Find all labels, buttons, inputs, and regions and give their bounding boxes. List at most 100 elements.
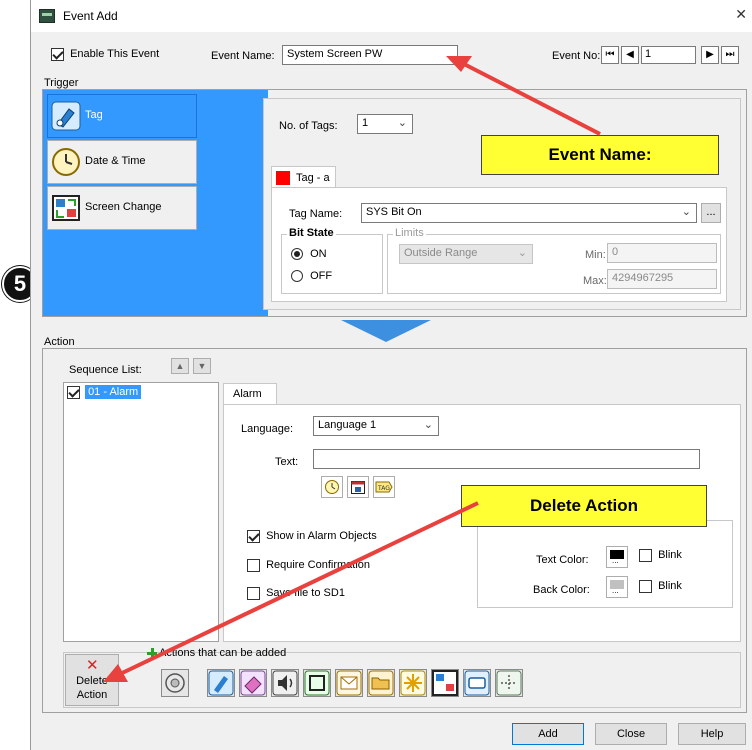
bit-off-radio[interactable]: OFF: [291, 270, 333, 283]
tag-pen-icon: [208, 670, 234, 696]
sequence-item-checkbox[interactable]: [67, 386, 80, 399]
add-button[interactable]: Add: [512, 723, 584, 745]
move-down-button[interactable]: ▼: [193, 358, 211, 374]
delete-action-callout-text: Delete Action: [529, 496, 638, 515]
show-in-alarm-box[interactable]: [247, 530, 260, 543]
alarm-text-field[interactable]: [313, 449, 700, 469]
back-color-label: Back Color:: [533, 584, 590, 596]
clock-icon: [52, 148, 80, 176]
text-blink-label: Blink: [658, 549, 682, 562]
tag-name-select[interactable]: SYS Bit On ⌄: [361, 203, 697, 223]
delete-action-button[interactable]: ✕ Delete Action: [65, 654, 119, 706]
next-event-button[interactable]: ▶: [701, 46, 719, 64]
event-name-field[interactable]: System Screen PW: [282, 45, 458, 65]
event-name-callout-text: Event Name:: [548, 145, 652, 164]
text-label: Text:: [275, 456, 299, 468]
action-section-label: Action: [44, 336, 75, 348]
insert-tag-button[interactable]: TAG: [373, 476, 395, 498]
email-icon: [336, 670, 362, 696]
language-select[interactable]: Language 1 ⌄: [313, 416, 439, 436]
delete-action-label-1: Delete: [76, 675, 108, 687]
flash-icon: [400, 670, 426, 696]
back-blink-checkbox[interactable]: Blink: [639, 580, 682, 593]
bit-off-label: OFF: [310, 270, 333, 282]
alarm-tab[interactable]: Alarm: [223, 383, 277, 405]
event-add-window: Event Add ✕ Enable This Event Event Name…: [30, 0, 752, 750]
action-flash-button[interactable]: [399, 669, 427, 697]
insert-date-button[interactable]: [347, 476, 369, 498]
trigger-screen-change-button[interactable]: Screen Change: [47, 186, 197, 230]
limits-label: Limits: [393, 227, 426, 239]
save-file-box[interactable]: [247, 587, 260, 600]
insert-time-button[interactable]: [321, 476, 343, 498]
alarm-tab-label: Alarm: [233, 388, 262, 400]
close-button[interactable]: Close: [595, 723, 667, 745]
text-blink-checkbox[interactable]: Blink: [639, 549, 682, 562]
tag-name-value: SYS Bit On: [366, 206, 422, 218]
action-tag-move-button[interactable]: [495, 669, 523, 697]
min-field: 0: [607, 243, 717, 263]
back-color-button[interactable]: ...: [606, 576, 628, 598]
save-file-label: Save file to SD1: [266, 587, 345, 600]
checkbox-box[interactable]: [51, 48, 64, 61]
action-window-button[interactable]: [463, 669, 491, 697]
trigger-tag-button[interactable]: Tag: [47, 94, 197, 138]
speaker-icon: [272, 670, 298, 696]
tag-tab[interactable]: Tag - a: [271, 166, 336, 188]
no-of-tags-label: No. of Tags:: [279, 120, 338, 132]
tag-pen-icon: [51, 101, 81, 131]
action-open-file-button[interactable]: [367, 669, 395, 697]
trigger-section-label: Trigger: [44, 77, 79, 89]
tag-label-icon: TAG: [375, 481, 393, 493]
enable-event-checkbox[interactable]: Enable This Event: [51, 48, 159, 61]
move-up-button[interactable]: ▲: [171, 358, 189, 374]
require-confirmation-box[interactable]: [247, 559, 260, 572]
show-in-alarm-checkbox[interactable]: Show in Alarm Objects: [247, 530, 377, 543]
save-file-checkbox[interactable]: Save file to SD1: [247, 587, 345, 600]
event-name-callout: Event Name:: [481, 135, 719, 175]
radio-on-dot[interactable]: [291, 248, 303, 261]
screen-change-icon: [432, 670, 458, 696]
trigger-date-time-label: Date & Time: [85, 155, 146, 167]
no-of-tags-value: 1: [362, 117, 369, 129]
first-event-button[interactable]: ⏮: [601, 46, 619, 64]
radio-off-dot[interactable]: [291, 270, 303, 283]
sequence-list: [63, 382, 219, 642]
action-eraser-button[interactable]: [239, 669, 267, 697]
show-in-alarm-label: Show in Alarm Objects: [266, 530, 377, 543]
no-of-tags-select[interactable]: 1 ⌄: [357, 114, 413, 134]
trigger-date-time-button[interactable]: Date & Time: [47, 140, 197, 184]
min-label: Min:: [585, 249, 606, 261]
action-tag-button[interactable]: [207, 669, 235, 697]
text-color-button[interactable]: ...: [606, 546, 628, 568]
event-no-field[interactable]: 1: [641, 46, 696, 64]
text-blink-box[interactable]: [639, 549, 652, 562]
screen-capture-icon: [304, 670, 330, 696]
bit-on-label: ON: [310, 248, 327, 260]
tag-name-label: Tag Name:: [289, 208, 343, 220]
action-alarm-bell-button[interactable]: [161, 669, 189, 697]
action-screen-capture-button[interactable]: [303, 669, 331, 697]
trigger-screen-change-label: Screen Change: [85, 201, 162, 213]
language-label: Language:: [241, 423, 293, 435]
close-window-icon[interactable]: ✕: [735, 6, 747, 23]
chevron-down-icon: ⌄: [517, 247, 527, 259]
tag-color-swatch: [276, 171, 290, 185]
help-button[interactable]: Help: [678, 723, 746, 745]
action-email-button[interactable]: [335, 669, 363, 697]
limits-select: Outside Range ⌄: [399, 244, 533, 264]
prev-event-button[interactable]: ◀: [621, 46, 639, 64]
sequence-item[interactable]: 01 - Alarm: [67, 385, 142, 400]
actions-can-add-label: Actions that can be added: [159, 647, 287, 659]
back-color-dots: ...: [612, 586, 619, 595]
back-blink-box[interactable]: [639, 580, 652, 593]
tag-browse-button[interactable]: ...: [701, 203, 721, 223]
action-sound-button[interactable]: [271, 669, 299, 697]
event-name-label: Event Name:: [211, 50, 275, 62]
bit-on-radio[interactable]: ON: [291, 248, 327, 261]
last-event-button[interactable]: ⏭: [721, 46, 739, 64]
text-color-dots: ...: [612, 556, 619, 565]
action-screen-change-button[interactable]: [431, 669, 459, 697]
bit-state-label: Bit State: [287, 227, 336, 239]
require-confirmation-checkbox[interactable]: Require Confirmation: [247, 559, 370, 572]
